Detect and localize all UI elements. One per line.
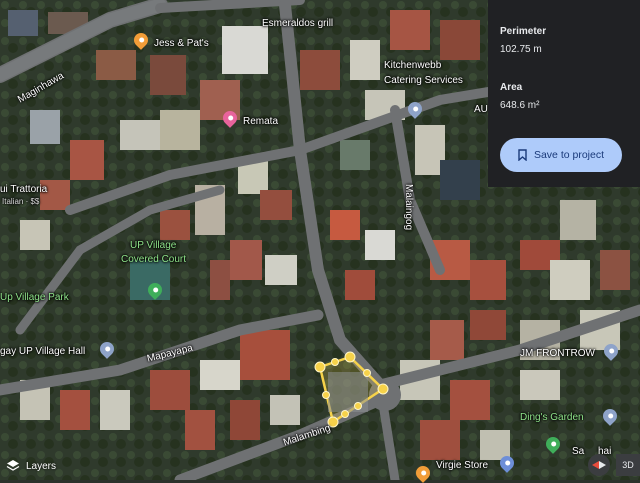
place-label-remata[interactable]: Remata	[243, 116, 278, 127]
layers-icon	[6, 460, 20, 471]
save-to-project-label: Save to project	[533, 149, 605, 161]
perimeter-value: 102.75 m	[500, 44, 542, 55]
place-label-jm-frontrow[interactable]: JM FRONTROW	[520, 348, 595, 359]
compass-button[interactable]	[588, 454, 610, 476]
place-label-trattoria[interactable]: ui Trattoria	[0, 184, 47, 195]
measure-panel: Perimeter 102.75 m Area 648.6 m² Save to…	[488, 0, 640, 187]
place-label-kitchenwebb-line1[interactable]: Kitchenwebb	[384, 60, 441, 71]
bookmark-icon	[518, 149, 527, 161]
place-label-kitchenwebb-line2[interactable]: Catering Services	[384, 75, 463, 86]
layers-label: Layers	[26, 460, 57, 472]
layers-button[interactable]: Layers	[0, 452, 62, 480]
place-label-jess-pats[interactable]: Jess & Pat's	[154, 38, 209, 49]
perimeter-label: Perimeter	[500, 26, 547, 37]
compass-icon	[592, 461, 606, 469]
place-label-san[interactable]: Sa	[572, 446, 584, 457]
3d-toggle-button[interactable]: 3D	[616, 454, 640, 476]
road-label-malaingog: Malaingog	[403, 184, 414, 231]
place-label-dings-garden[interactable]: Ding's Garden	[520, 412, 584, 423]
area-label: Area	[500, 82, 523, 93]
place-label-covered-court-line1[interactable]: UP Village	[130, 240, 176, 251]
save-to-project-button[interactable]: Save to project	[500, 138, 622, 172]
place-label-hall[interactable]: gay UP Village Hall	[0, 346, 85, 357]
place-sublabel-trattoria: Italian · $$	[2, 197, 40, 206]
place-label-virgie-store[interactable]: Virgie Store	[436, 460, 488, 471]
place-label-esmeraldos[interactable]: Esmeraldos grill	[262, 18, 333, 29]
area-value: 648.6 m²	[500, 100, 540, 111]
place-label-park[interactable]: Up Village Park	[0, 292, 69, 303]
place-label-au[interactable]: AU	[474, 104, 488, 115]
place-label-covered-court-line2[interactable]: Covered Court	[121, 254, 186, 265]
